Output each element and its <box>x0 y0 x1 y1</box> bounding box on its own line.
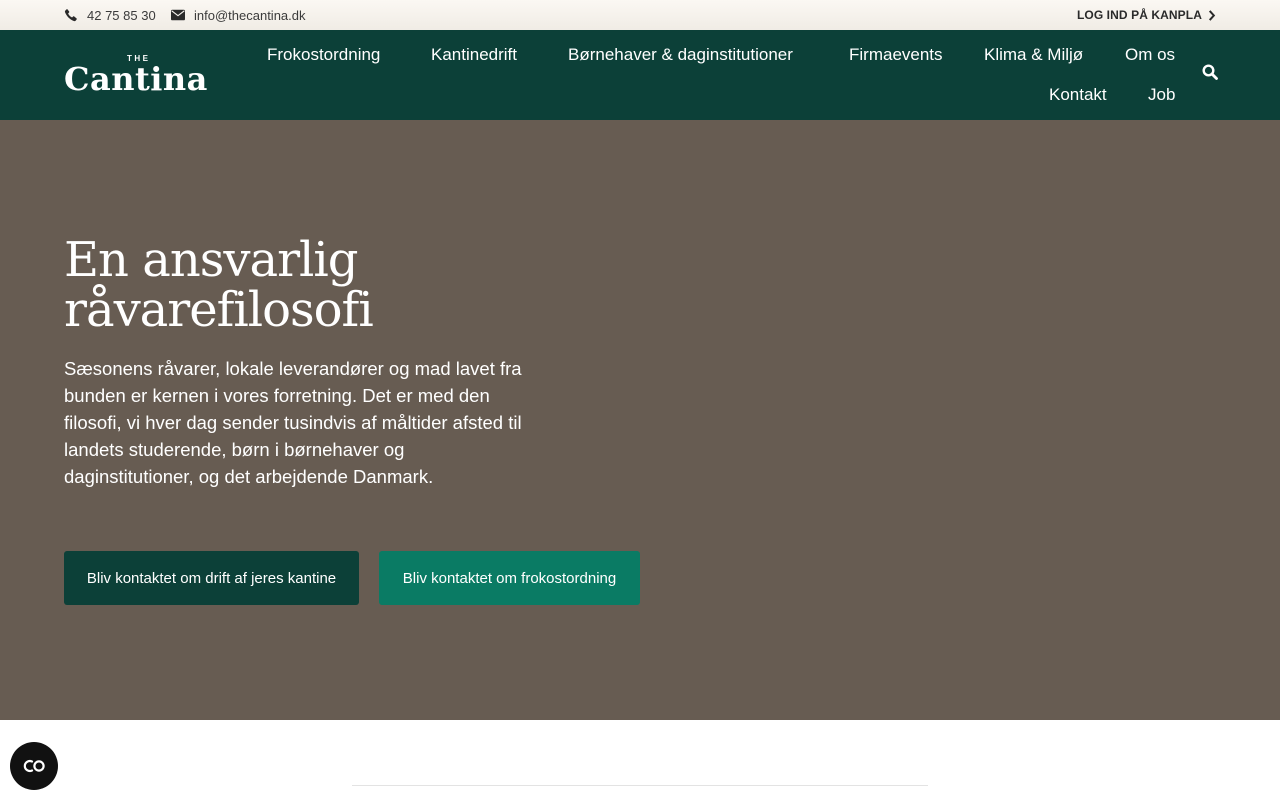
contact-frokost-label: Bliv kontaktet om frokostordning <box>402 569 617 587</box>
contact-kantine-label: Bliv kontaktet om drift af jeres kantine <box>86 569 337 587</box>
hero-title: En ansvarlig råvarefilosofi <box>64 232 374 338</box>
chevron-right-icon <box>1208 9 1216 21</box>
nav-item-kontakt[interactable]: Kontakt <box>1049 85 1107 105</box>
hero-section: En ansvarlig råvarefilosofi Sæsonens råv… <box>0 120 1280 720</box>
hero-text: Sæsonens råvarer, lokale leverandører og… <box>64 358 522 487</box>
contact-kantine-button[interactable]: Bliv kontaktet om drift af jeres kantine <box>64 551 359 605</box>
envelope-icon <box>171 9 185 21</box>
nav-item-job[interactable]: Job <box>1148 85 1175 105</box>
top-bar: 42 75 85 30 info@thecantina.dk LOG IND P… <box>0 0 1280 30</box>
section-divider <box>352 785 928 786</box>
cookie-consent-button[interactable] <box>10 742 58 790</box>
nav-item-bornehaver[interactable]: Børnehaver & daginstitutioner <box>568 45 793 65</box>
main-nav: THE Cantina Frokostordning Kantinedrift … <box>0 30 1280 120</box>
email-link[interactable]: info@thecantina.dk <box>171 0 306 30</box>
phone-link[interactable]: 42 75 85 30 <box>64 0 156 30</box>
nav-item-firmaevents[interactable]: Firmaevents <box>849 45 943 65</box>
contact-frokost-button[interactable]: Bliv kontaktet om frokostordning <box>379 551 640 605</box>
phone-number: 42 75 85 30 <box>87 7 156 23</box>
search-icon <box>1202 64 1218 80</box>
phone-icon <box>64 9 77 22</box>
nav-item-frokostordning[interactable]: Frokostordning <box>267 45 380 65</box>
nav-item-kantinedrift[interactable]: Kantinedrift <box>431 45 517 65</box>
login-label: LOG IND PÅ KANPLA <box>1076 8 1202 22</box>
logo-wordmark: Cantina <box>64 60 208 98</box>
nav-item-om-os[interactable]: Om os <box>1125 45 1175 65</box>
email-address: info@thecantina.dk <box>194 7 306 23</box>
search-button[interactable] <box>1202 64 1218 80</box>
cookie-consent-icon <box>23 759 45 773</box>
login-kanpla-link[interactable]: LOG IND PÅ KANPLA <box>1077 0 1216 30</box>
logo[interactable]: THE Cantina <box>64 54 216 98</box>
nav-item-klima-miljo[interactable]: Klima & Miljø <box>984 45 1083 65</box>
